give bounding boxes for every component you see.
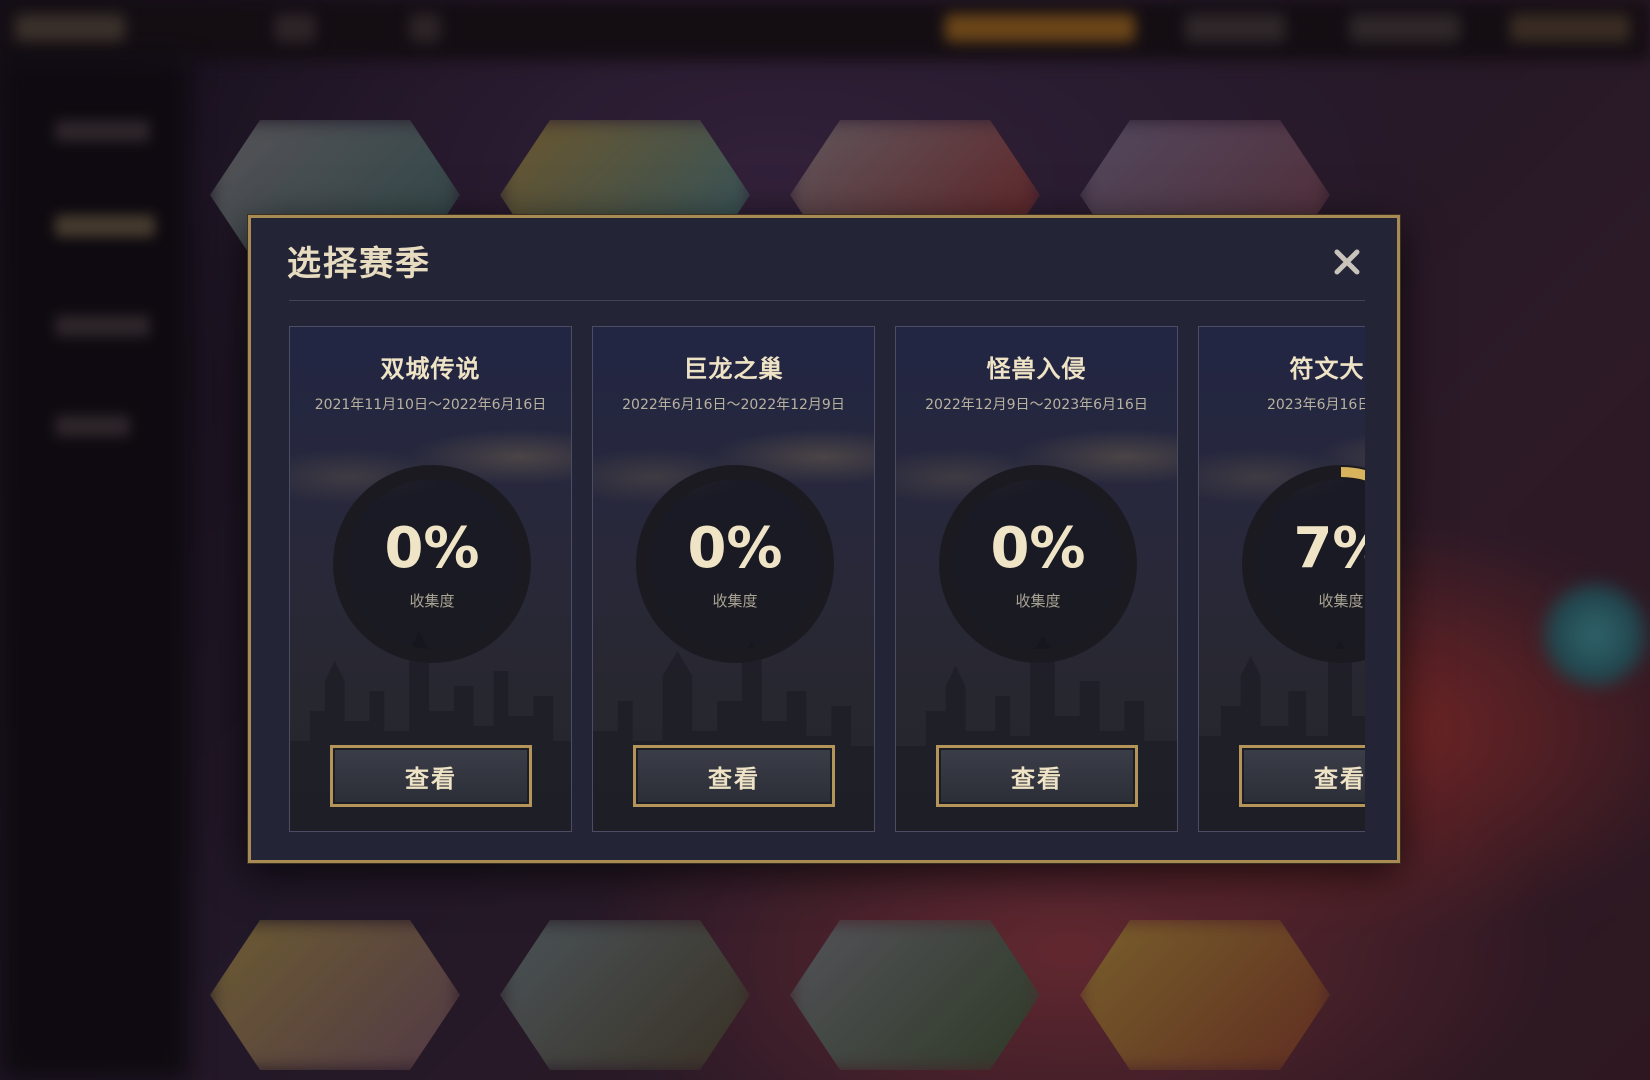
collection-progress-ring: 0% 收集度 bbox=[634, 463, 836, 665]
season-card[interactable]: 双城传说 2021年11月10日～2022年6月16日 0% 收集度 查看 bbox=[289, 326, 572, 832]
progress-label: 收集度 bbox=[1318, 592, 1364, 610]
progress-label: 收集度 bbox=[712, 592, 758, 610]
season-dates: 2022年12月9日～2023年6月16日 bbox=[925, 397, 1148, 413]
season-select-dialog: 选择赛季 双城传说 2021年11月10日～2022年6月16日 0% 收集度 … bbox=[248, 215, 1400, 863]
progress-percent: 0% bbox=[990, 516, 1086, 581]
collection-progress-ring: 7% 收集度 bbox=[1240, 463, 1365, 665]
view-season-button[interactable]: 查看 bbox=[633, 745, 835, 807]
season-name: 巨龙之巢 bbox=[683, 355, 784, 383]
progress-label: 收集度 bbox=[1015, 592, 1061, 610]
season-name: 双城传说 bbox=[380, 355, 481, 383]
close-button[interactable] bbox=[1327, 242, 1367, 282]
progress-label: 收集度 bbox=[409, 592, 455, 610]
season-dates: 2022年6月16日～2022年12月9日 bbox=[622, 397, 845, 413]
season-card[interactable]: 怪兽入侵 2022年12月9日～2023年6月16日 0% 收集度 查看 bbox=[895, 326, 1178, 832]
title-divider bbox=[289, 300, 1365, 301]
view-season-button[interactable]: 查看 bbox=[1239, 745, 1365, 807]
progress-percent: 0% bbox=[384, 516, 480, 581]
season-card[interactable]: 巨龙之巢 2022年6月16日～2022年12月9日 0% 收集度 查看 bbox=[592, 326, 875, 832]
season-name: 怪兽入侵 bbox=[986, 355, 1087, 383]
season-dates: 2023年6月16日～202 bbox=[1266, 397, 1365, 413]
collection-progress-ring: 0% 收集度 bbox=[937, 463, 1139, 665]
dialog-title: 选择赛季 bbox=[287, 244, 431, 284]
view-season-button[interactable]: 查看 bbox=[330, 745, 532, 807]
season-list[interactable]: 双城传说 2021年11月10日～2022年6月16日 0% 收集度 查看 巨龙… bbox=[289, 326, 1365, 834]
season-name: 符文大陆 bbox=[1289, 355, 1366, 383]
season-dates: 2021年11月10日～2022年6月16日 bbox=[314, 397, 547, 413]
progress-percent: 7% bbox=[1293, 516, 1365, 581]
app-stage: 选择赛季 双城传说 2021年11月10日～2022年6月16日 0% 收集度 … bbox=[0, 0, 1650, 1080]
season-card[interactable]: 符文大陆 2023年6月16日～202 7% 收集度 查看 bbox=[1198, 326, 1365, 832]
close-icon bbox=[1334, 249, 1360, 275]
view-season-button[interactable]: 查看 bbox=[936, 745, 1138, 807]
collection-progress-ring: 0% 收集度 bbox=[331, 463, 533, 665]
progress-percent: 0% bbox=[687, 516, 783, 581]
